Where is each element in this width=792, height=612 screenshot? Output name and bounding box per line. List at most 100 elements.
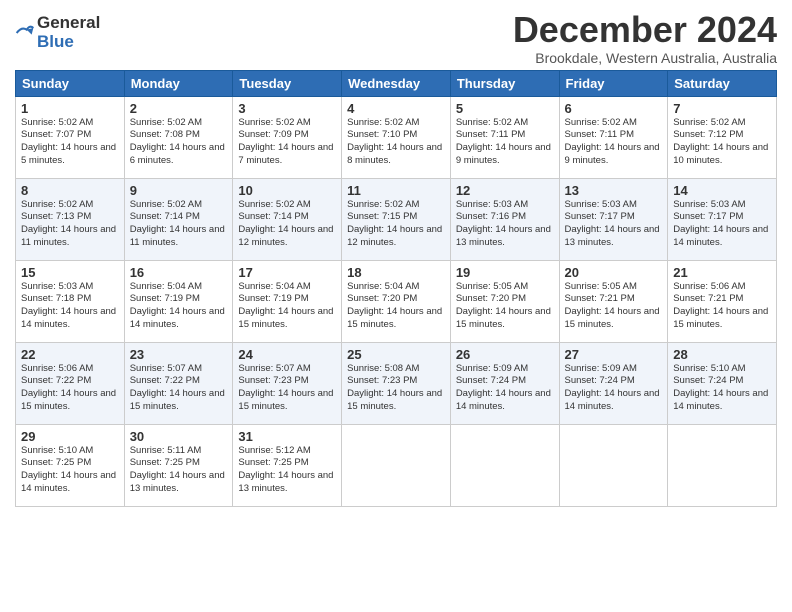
calendar-cell: [559, 424, 668, 506]
page: General Blue December 2024 Brookdale, We…: [0, 0, 792, 517]
calendar-cell: 24 Sunrise: 5:07 AM Sunset: 7:23 PM Dayl…: [233, 342, 342, 424]
day-number: 27: [565, 347, 663, 362]
calendar-header-saturday: Saturday: [668, 70, 777, 96]
logo-text: General Blue: [37, 14, 100, 51]
cell-info: Sunrise: 5:08 AM Sunset: 7:23 PM Dayligh…: [347, 363, 445, 414]
cell-info: Sunrise: 5:09 AM Sunset: 7:24 PM Dayligh…: [565, 363, 663, 414]
cell-info: Sunrise: 5:04 AM Sunset: 7:20 PM Dayligh…: [347, 281, 445, 332]
calendar-header-friday: Friday: [559, 70, 668, 96]
calendar-cell: [450, 424, 559, 506]
cell-info: Sunrise: 5:03 AM Sunset: 7:16 PM Dayligh…: [456, 199, 554, 250]
day-number: 15: [21, 265, 119, 280]
calendar-cell: 31 Sunrise: 5:12 AM Sunset: 7:25 PM Dayl…: [233, 424, 342, 506]
day-number: 28: [673, 347, 771, 362]
calendar-cell: 16 Sunrise: 5:04 AM Sunset: 7:19 PM Dayl…: [124, 260, 233, 342]
calendar-cell: 5 Sunrise: 5:02 AM Sunset: 7:11 PM Dayli…: [450, 96, 559, 178]
calendar-cell: 21 Sunrise: 5:06 AM Sunset: 7:21 PM Dayl…: [668, 260, 777, 342]
day-number: 29: [21, 429, 119, 444]
cell-info: Sunrise: 5:05 AM Sunset: 7:20 PM Dayligh…: [456, 281, 554, 332]
day-number: 25: [347, 347, 445, 362]
cell-info: Sunrise: 5:10 AM Sunset: 7:24 PM Dayligh…: [673, 363, 771, 414]
day-number: 18: [347, 265, 445, 280]
calendar-week-3: 15 Sunrise: 5:03 AM Sunset: 7:18 PM Dayl…: [16, 260, 777, 342]
calendar-cell: 2 Sunrise: 5:02 AM Sunset: 7:08 PM Dayli…: [124, 96, 233, 178]
calendar-cell: 23 Sunrise: 5:07 AM Sunset: 7:22 PM Dayl…: [124, 342, 233, 424]
cell-info: Sunrise: 5:10 AM Sunset: 7:25 PM Dayligh…: [21, 445, 119, 496]
calendar-week-4: 22 Sunrise: 5:06 AM Sunset: 7:22 PM Dayl…: [16, 342, 777, 424]
cell-info: Sunrise: 5:07 AM Sunset: 7:22 PM Dayligh…: [130, 363, 228, 414]
calendar-cell: 28 Sunrise: 5:10 AM Sunset: 7:24 PM Dayl…: [668, 342, 777, 424]
cell-info: Sunrise: 5:06 AM Sunset: 7:22 PM Dayligh…: [21, 363, 119, 414]
calendar-cell: 29 Sunrise: 5:10 AM Sunset: 7:25 PM Dayl…: [16, 424, 125, 506]
day-number: 6: [565, 101, 663, 116]
day-number: 14: [673, 183, 771, 198]
cell-info: Sunrise: 5:02 AM Sunset: 7:10 PM Dayligh…: [347, 117, 445, 168]
cell-info: Sunrise: 5:02 AM Sunset: 7:14 PM Dayligh…: [238, 199, 336, 250]
day-number: 19: [456, 265, 554, 280]
day-number: 8: [21, 183, 119, 198]
cell-info: Sunrise: 5:02 AM Sunset: 7:15 PM Dayligh…: [347, 199, 445, 250]
calendar-cell: 19 Sunrise: 5:05 AM Sunset: 7:20 PM Dayl…: [450, 260, 559, 342]
cell-info: Sunrise: 5:05 AM Sunset: 7:21 PM Dayligh…: [565, 281, 663, 332]
calendar-cell: 7 Sunrise: 5:02 AM Sunset: 7:12 PM Dayli…: [668, 96, 777, 178]
cell-info: Sunrise: 5:06 AM Sunset: 7:21 PM Dayligh…: [673, 281, 771, 332]
calendar-cell: [668, 424, 777, 506]
calendar-table: SundayMondayTuesdayWednesdayThursdayFrid…: [15, 70, 777, 507]
cell-info: Sunrise: 5:12 AM Sunset: 7:25 PM Dayligh…: [238, 445, 336, 496]
calendar-week-1: 1 Sunrise: 5:02 AM Sunset: 7:07 PM Dayli…: [16, 96, 777, 178]
header: General Blue December 2024 Brookdale, We…: [15, 10, 777, 66]
calendar-cell: [342, 424, 451, 506]
day-number: 31: [238, 429, 336, 444]
day-number: 21: [673, 265, 771, 280]
calendar-header-monday: Monday: [124, 70, 233, 96]
cell-info: Sunrise: 5:11 AM Sunset: 7:25 PM Dayligh…: [130, 445, 228, 496]
cell-info: Sunrise: 5:02 AM Sunset: 7:07 PM Dayligh…: [21, 117, 119, 168]
calendar-cell: 17 Sunrise: 5:04 AM Sunset: 7:19 PM Dayl…: [233, 260, 342, 342]
day-number: 1: [21, 101, 119, 116]
day-number: 26: [456, 347, 554, 362]
cell-info: Sunrise: 5:04 AM Sunset: 7:19 PM Dayligh…: [130, 281, 228, 332]
calendar-cell: 1 Sunrise: 5:02 AM Sunset: 7:07 PM Dayli…: [16, 96, 125, 178]
calendar-cell: 25 Sunrise: 5:08 AM Sunset: 7:23 PM Dayl…: [342, 342, 451, 424]
day-number: 16: [130, 265, 228, 280]
cell-info: Sunrise: 5:02 AM Sunset: 7:13 PM Dayligh…: [21, 199, 119, 250]
calendar-cell: 12 Sunrise: 5:03 AM Sunset: 7:16 PM Dayl…: [450, 178, 559, 260]
day-number: 9: [130, 183, 228, 198]
calendar-cell: 10 Sunrise: 5:02 AM Sunset: 7:14 PM Dayl…: [233, 178, 342, 260]
calendar-week-5: 29 Sunrise: 5:10 AM Sunset: 7:25 PM Dayl…: [16, 424, 777, 506]
day-number: 5: [456, 101, 554, 116]
title-section: December 2024 Brookdale, Western Austral…: [513, 10, 777, 66]
cell-info: Sunrise: 5:04 AM Sunset: 7:19 PM Dayligh…: [238, 281, 336, 332]
cell-info: Sunrise: 5:02 AM Sunset: 7:11 PM Dayligh…: [456, 117, 554, 168]
calendar-cell: 18 Sunrise: 5:04 AM Sunset: 7:20 PM Dayl…: [342, 260, 451, 342]
day-number: 22: [21, 347, 119, 362]
day-number: 10: [238, 183, 336, 198]
logo-icon: [15, 23, 35, 43]
cell-info: Sunrise: 5:02 AM Sunset: 7:08 PM Dayligh…: [130, 117, 228, 168]
calendar-cell: 9 Sunrise: 5:02 AM Sunset: 7:14 PM Dayli…: [124, 178, 233, 260]
calendar-cell: 30 Sunrise: 5:11 AM Sunset: 7:25 PM Dayl…: [124, 424, 233, 506]
day-number: 24: [238, 347, 336, 362]
calendar-header-wednesday: Wednesday: [342, 70, 451, 96]
day-number: 12: [456, 183, 554, 198]
cell-info: Sunrise: 5:02 AM Sunset: 7:12 PM Dayligh…: [673, 117, 771, 168]
calendar-cell: 15 Sunrise: 5:03 AM Sunset: 7:18 PM Dayl…: [16, 260, 125, 342]
day-number: 20: [565, 265, 663, 280]
calendar-cell: 3 Sunrise: 5:02 AM Sunset: 7:09 PM Dayli…: [233, 96, 342, 178]
calendar-cell: 4 Sunrise: 5:02 AM Sunset: 7:10 PM Dayli…: [342, 96, 451, 178]
day-number: 7: [673, 101, 771, 116]
calendar-header-row: SundayMondayTuesdayWednesdayThursdayFrid…: [16, 70, 777, 96]
day-number: 13: [565, 183, 663, 198]
calendar-header-tuesday: Tuesday: [233, 70, 342, 96]
calendar-header-sunday: Sunday: [16, 70, 125, 96]
calendar-cell: 22 Sunrise: 5:06 AM Sunset: 7:22 PM Dayl…: [16, 342, 125, 424]
day-number: 11: [347, 183, 445, 198]
cell-info: Sunrise: 5:07 AM Sunset: 7:23 PM Dayligh…: [238, 363, 336, 414]
cell-info: Sunrise: 5:09 AM Sunset: 7:24 PM Dayligh…: [456, 363, 554, 414]
calendar-cell: 13 Sunrise: 5:03 AM Sunset: 7:17 PM Dayl…: [559, 178, 668, 260]
calendar-cell: 11 Sunrise: 5:02 AM Sunset: 7:15 PM Dayl…: [342, 178, 451, 260]
month-title: December 2024: [513, 10, 777, 50]
cell-info: Sunrise: 5:03 AM Sunset: 7:17 PM Dayligh…: [565, 199, 663, 250]
cell-info: Sunrise: 5:02 AM Sunset: 7:11 PM Dayligh…: [565, 117, 663, 168]
calendar-cell: 26 Sunrise: 5:09 AM Sunset: 7:24 PM Dayl…: [450, 342, 559, 424]
